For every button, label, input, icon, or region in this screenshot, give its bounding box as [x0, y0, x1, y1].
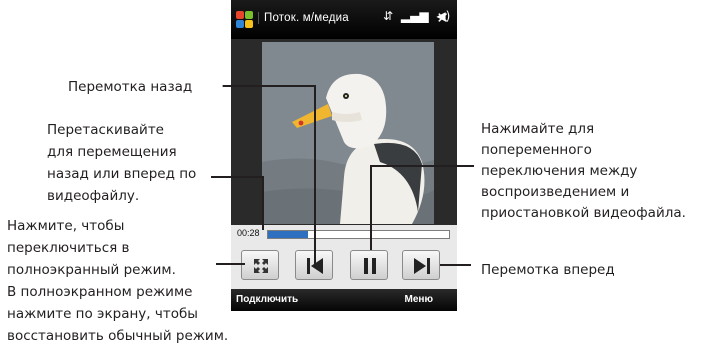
leader-seek: [211, 176, 264, 230]
callout-leader-lines: [211, 84, 474, 268]
leader-pause: [370, 165, 474, 250]
